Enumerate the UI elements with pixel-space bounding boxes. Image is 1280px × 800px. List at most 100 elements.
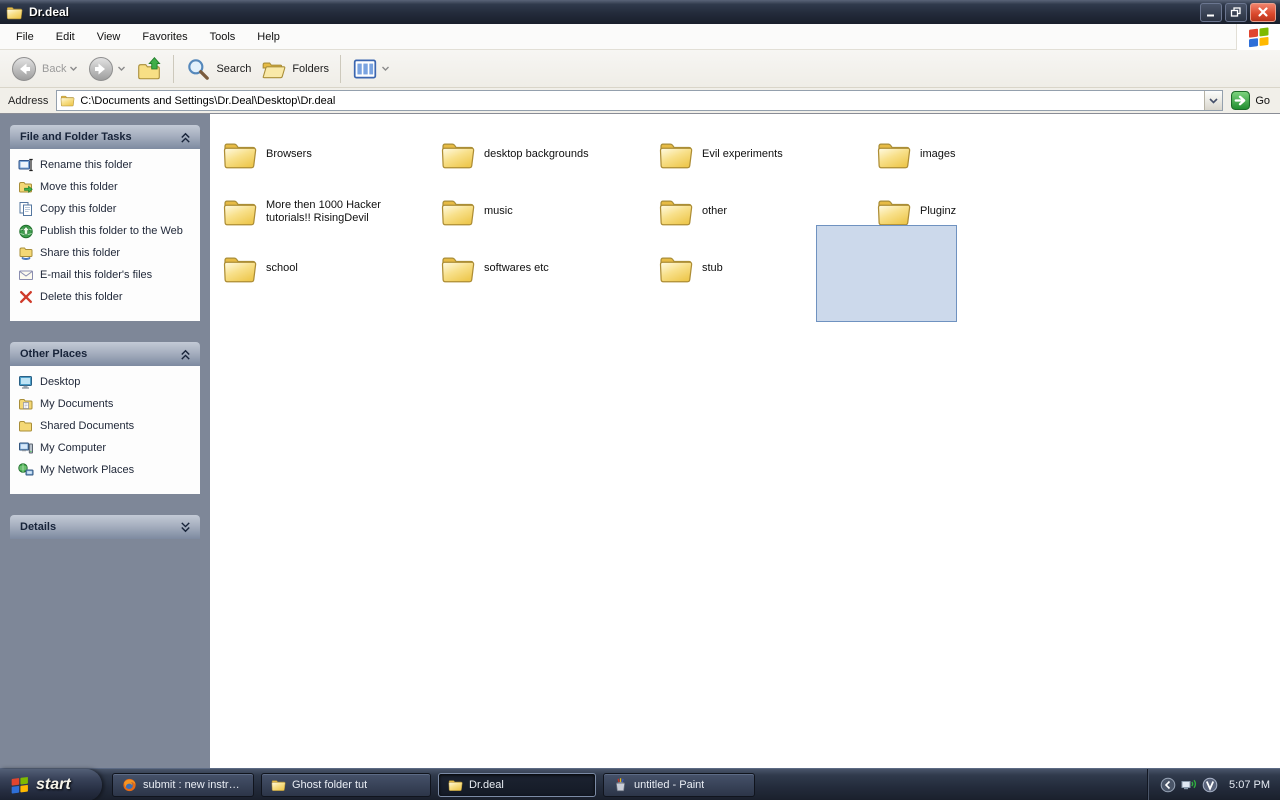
toolbar-separator — [173, 55, 174, 83]
views-icon — [352, 56, 378, 82]
folder-icon — [271, 778, 286, 792]
folder-label: other — [702, 205, 727, 218]
task-item-copy-this-folder[interactable]: Copy this folder — [18, 201, 196, 217]
menu-bar: File Edit View Favorites Tools Help — [0, 24, 1280, 50]
panel-title: Other Places — [20, 348, 87, 360]
taskbar-button-untitled-paint[interactable]: untitled - Paint — [603, 773, 755, 797]
folder-tile-images[interactable]: images — [876, 126, 1094, 183]
move-icon — [18, 179, 34, 195]
go-label: Go — [1255, 95, 1270, 107]
address-path: C:\Documents and Settings\Dr.Deal\Deskto… — [80, 95, 1204, 107]
menu-item-edit[interactable]: Edit — [48, 28, 83, 46]
folder-label: stub — [702, 262, 723, 275]
folder-icon — [6, 5, 23, 20]
task-item-delete-this-folder[interactable]: Delete this folder — [18, 289, 196, 305]
folders-button[interactable]: Folders — [256, 53, 334, 85]
back-label: Back — [42, 63, 66, 75]
firefox-icon — [122, 778, 137, 792]
menu-item-view[interactable]: View — [89, 28, 129, 46]
task-item-my-documents[interactable]: My Documents — [18, 396, 196, 412]
address-dropdown-button[interactable] — [1204, 91, 1222, 110]
desktop-icon — [18, 374, 34, 390]
folder-label: music — [484, 205, 513, 218]
minimize-button[interactable] — [1200, 3, 1222, 22]
up-button[interactable] — [131, 53, 167, 85]
task-item-label: Desktop — [40, 374, 186, 389]
folder-icon — [448, 778, 463, 792]
task-item-share-this-folder[interactable]: Share this folder — [18, 245, 196, 261]
panel-body: Rename this folder Move this folder Copy t… — [10, 149, 200, 321]
task-item-label: Delete this folder — [40, 289, 186, 304]
taskbar-button-ghost-folder-tut[interactable]: Ghost folder tut — [261, 773, 431, 797]
folder-grid: Browsers desktop backgrounds Evil experime… — [210, 114, 1280, 297]
taskbar-button-submit-new-instruct[interactable]: submit : new instruct... — [112, 773, 254, 797]
menu-item-file[interactable]: File — [8, 28, 42, 46]
window-title: Dr.deal — [29, 5, 1197, 19]
task-item-label: Copy this folder — [40, 201, 186, 216]
task-item-desktop[interactable]: Desktop — [18, 374, 196, 390]
folder-tile-music[interactable]: music — [440, 183, 658, 240]
search-button[interactable]: Search — [180, 53, 256, 85]
title-bar: Dr.deal — [0, 0, 1280, 24]
folder-label: Evil experiments — [702, 148, 783, 161]
email-icon — [18, 267, 34, 283]
go-button[interactable]: Go — [1223, 91, 1276, 110]
network-icon[interactable] — [1181, 777, 1197, 793]
folder-tile-browsers[interactable]: Browsers — [222, 126, 440, 183]
taskbar-button-label: Dr.deal — [469, 779, 504, 791]
address-input[interactable]: C:\Documents and Settings\Dr.Deal\Deskto… — [56, 90, 1223, 111]
panel-header-details[interactable]: Details — [10, 515, 200, 539]
folder-label: Browsers — [266, 148, 312, 161]
search-label: Search — [216, 63, 251, 75]
folder-label: Pluginz — [920, 205, 956, 218]
task-item-e-mail-this-folder-s-files[interactable]: E-mail this folder's files — [18, 267, 196, 283]
shield-icon[interactable] — [1202, 777, 1218, 793]
task-item-shared-documents[interactable]: Shared Documents — [18, 418, 196, 434]
task-item-my-computer[interactable]: My Computer — [18, 440, 196, 456]
folder-view[interactable]: Browsers desktop backgrounds Evil experime… — [210, 114, 1280, 768]
folder-tile-evil-experiments[interactable]: Evil experiments — [658, 126, 876, 183]
views-dropdown-icon[interactable] — [381, 64, 390, 73]
folder-tile-more-then-1000-hacker-tutorials-risingdevil[interactable]: More then 1000 Hacker tutorials!! Rising… — [222, 183, 440, 240]
folder-icon — [440, 196, 476, 227]
folder-tile-softwares-etc[interactable]: softwares etc — [440, 240, 658, 297]
back-button[interactable]: Back — [6, 53, 83, 85]
address-bar: Address C:\Documents and Settings\Dr.Dea… — [0, 88, 1280, 114]
task-item-publish-this-folder-to-the-web[interactable]: Publish this folder to the Web — [18, 223, 196, 239]
task-item-label: My Documents — [40, 396, 186, 411]
task-item-label: My Computer — [40, 440, 186, 455]
folder-tile-desktop-backgrounds[interactable]: desktop backgrounds — [440, 126, 658, 183]
task-item-my-network-places[interactable]: My Network Places — [18, 462, 196, 478]
menu-item-help[interactable]: Help — [249, 28, 288, 46]
menu-item-tools[interactable]: Tools — [202, 28, 244, 46]
menu-item-favorites[interactable]: Favorites — [134, 28, 195, 46]
panel-other-places: Other Places Desktop My Documents Shared Do… — [10, 342, 200, 494]
panel-header-file-and-folder-tasks[interactable]: File and Folder Tasks — [10, 125, 200, 149]
panel-title: File and Folder Tasks — [20, 131, 132, 143]
folder-icon — [658, 139, 694, 170]
restore-button[interactable] — [1225, 3, 1247, 22]
folder-tile-school[interactable]: school — [222, 240, 440, 297]
taskbar-button-label: untitled - Paint — [634, 779, 704, 791]
views-button[interactable] — [347, 53, 395, 85]
close-button[interactable] — [1250, 3, 1276, 22]
panel-header-other-places[interactable]: Other Places — [10, 342, 200, 366]
windows-logo-icon — [1247, 25, 1271, 49]
collapse-chevron-icon[interactable] — [1160, 777, 1176, 793]
tray-icons — [1160, 777, 1218, 793]
system-tray: 5:07 PM — [1147, 769, 1280, 800]
start-button[interactable]: start — [0, 769, 102, 800]
task-item-move-this-folder[interactable]: Move this folder — [18, 179, 196, 195]
forward-button[interactable] — [83, 53, 131, 85]
folder-label: More then 1000 Hacker tutorials!! Rising… — [266, 199, 404, 225]
back-dropdown-icon[interactable] — [69, 64, 78, 73]
forward-dropdown-icon[interactable] — [117, 64, 126, 73]
chevron-up-icon — [179, 131, 192, 144]
folder-label: images — [920, 148, 955, 161]
folder-icon — [440, 139, 476, 170]
search-icon — [185, 56, 211, 82]
taskbar-button-dr-deal[interactable]: Dr.deal — [438, 773, 596, 797]
task-item-label: My Network Places — [40, 462, 186, 477]
chevron-up-icon — [179, 348, 192, 361]
task-item-rename-this-folder[interactable]: Rename this folder — [18, 157, 196, 173]
